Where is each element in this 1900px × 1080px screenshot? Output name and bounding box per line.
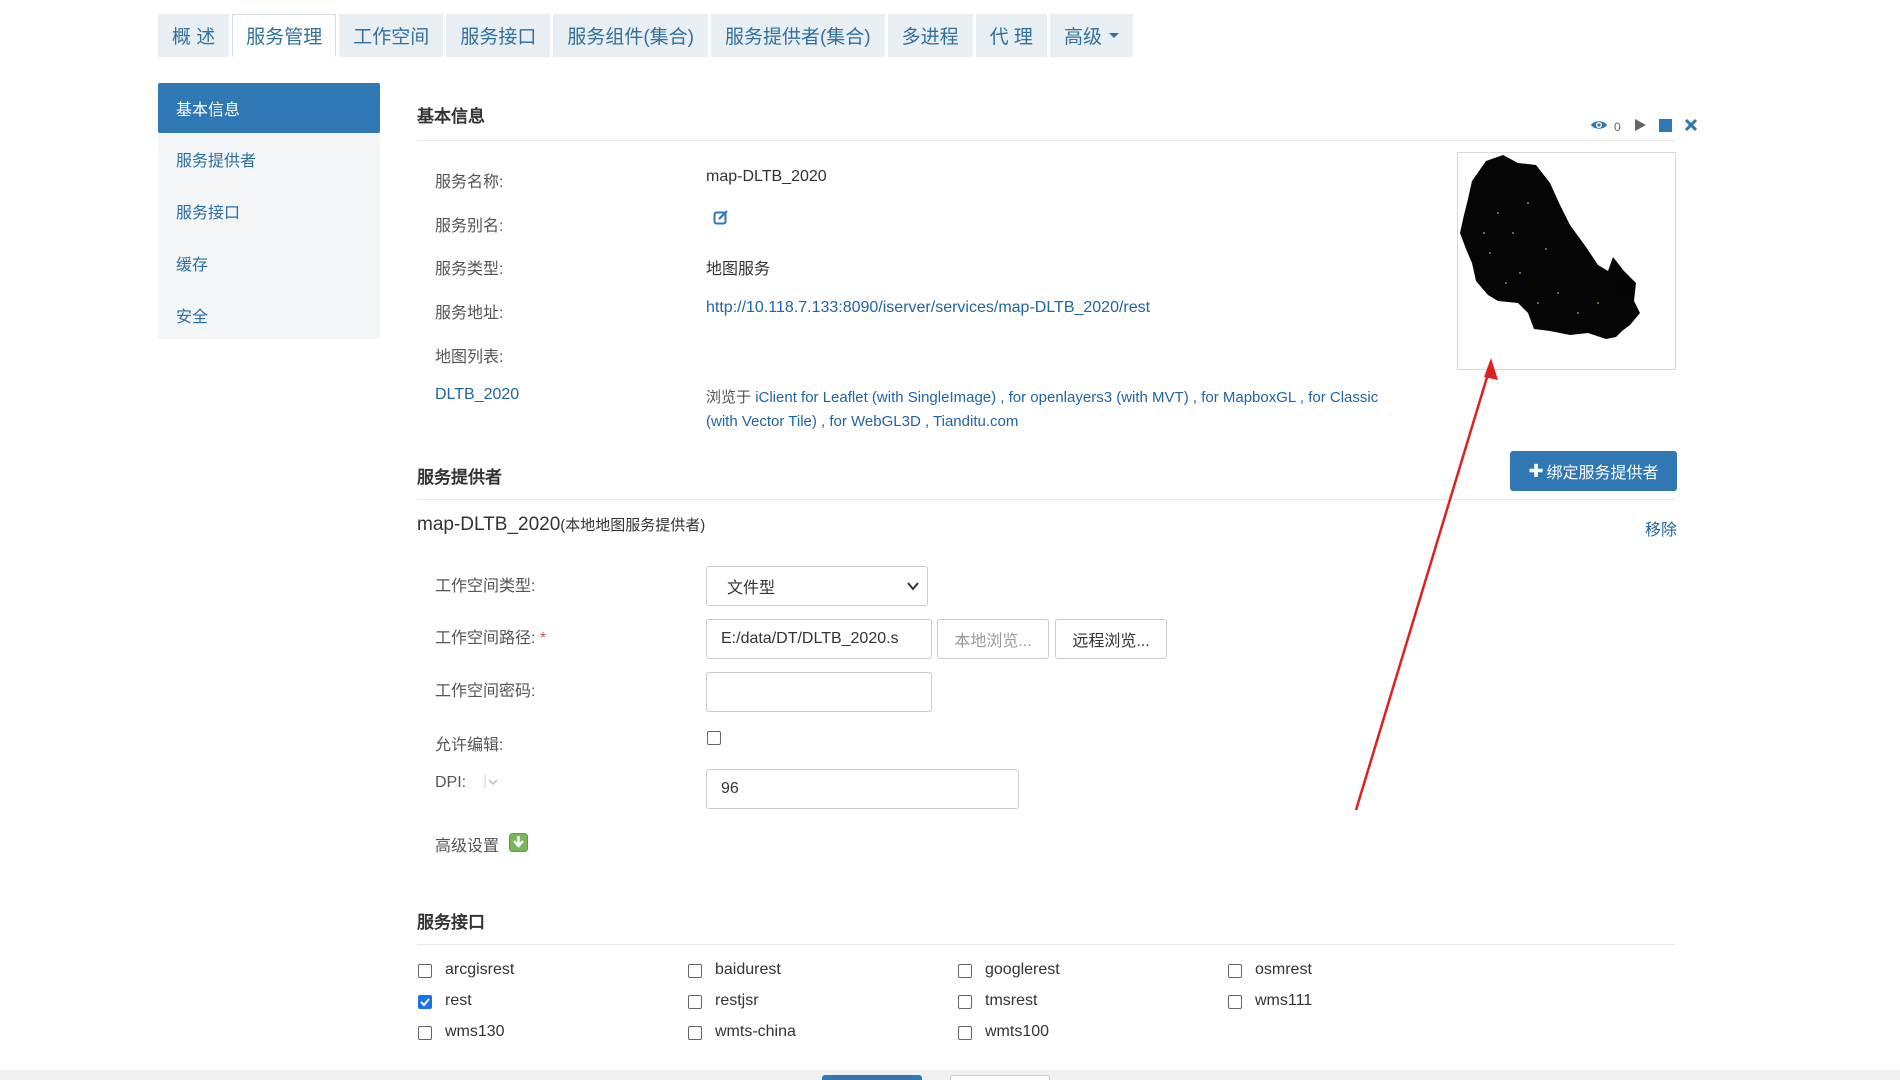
checkbox-baidurest[interactable] [688,964,702,978]
red-arrow-annotation [1354,358,1498,811]
checkbox-wms130[interactable] [418,1026,432,1040]
service-name-value: map-DLTB_2020 [706,168,827,185]
map-thumbnail[interactable] [1457,152,1676,370]
interface-label: tmsrest [985,992,1038,1009]
cancel-button[interactable] [950,1075,1050,1080]
checkbox-osmrest[interactable] [1228,964,1242,978]
plus-icon: ✚ [1528,460,1544,481]
checkbox-restjsr[interactable] [688,995,702,1009]
local-browse-button[interactable]: 本地浏览... [937,619,1049,659]
checkbox-rest[interactable] [418,995,432,1009]
provider-name: map-DLTB_2020(本地地图服务提供者) [417,514,705,536]
sidebar-item-service-provider[interactable]: 服务提供者 [158,133,380,185]
checkbox-wmts100[interactable] [958,1026,972,1040]
close-icon[interactable] [1684,118,1698,132]
interface-label: osmrest [1255,961,1312,978]
interface-label: wmts-china [715,1023,796,1040]
workspace-path-label-text: 工作空间路径: [435,630,536,647]
divider [417,140,1675,141]
tab-service-components[interactable]: 服务组件(集合) [553,14,708,57]
top-tabs: 概 述 服务管理 工作空间 服务接口 服务组件(集合) 服务提供者(集合) 多进… [158,14,1133,57]
interface-label: wms111 [1255,992,1313,1009]
play-icon[interactable] [1633,118,1647,132]
map-name-link[interactable]: DLTB_2020 [435,386,519,404]
provider-name-suffix: (本地地图服务提供者) [560,517,706,534]
checkbox-tmsrest[interactable] [958,995,972,1009]
browse-prefix: 浏览于 [706,389,752,406]
workspace-password-label: 工作空间密码: [435,683,536,700]
service-type-label: 服务类型: [435,261,504,278]
tab-overview[interactable]: 概 述 [158,14,230,57]
browse-links-line2[interactable]: (with Vector Tile) , for WebGL3D , Tiand… [706,413,1018,430]
tab-multiprocess[interactable]: 多进程 [887,14,973,57]
workspace-type-label: 工作空间类型: [435,578,536,595]
basic-info-title: 基本信息 [417,107,485,126]
advanced-settings-label[interactable]: 高级设置 [435,832,499,856]
workspace-password-input[interactable] [706,672,932,712]
workspace-path-label: 工作空间路径: * [435,624,546,648]
sidebar: 基本信息 服务提供者 服务接口 缓存 安全 [158,83,380,339]
checkbox-googlerest[interactable] [958,964,972,978]
remove-link[interactable]: 移除 [1645,516,1677,540]
checkbox-wmts-china[interactable] [688,1026,702,1040]
stop-icon[interactable] [1658,118,1672,132]
sidebar-item-service-interface[interactable]: 服务接口 [158,185,380,237]
checkbox-arcgisrest[interactable] [418,964,432,978]
service-type-value: 地图服务 [706,261,771,278]
allow-edit-label: 允许编辑: [435,737,504,754]
tab-proxy[interactable]: 代 理 [975,14,1047,57]
service-alias-label: 服务别名: [435,218,504,235]
chevron-down-icon [907,582,919,591]
map-list-label: 地图列表: [435,349,504,366]
download-icon[interactable] [509,833,528,852]
interface-label: arcgisrest [445,961,515,978]
workspace-type-select[interactable]: 文件型 [706,566,928,606]
sidebar-item-security[interactable]: 安全 [158,289,380,341]
dpi-label: DPI: [435,774,467,791]
browse-links: 浏览于 iClient for Leaflet (with SingleImag… [706,386,1426,434]
tab-service-management[interactable]: 服务管理 [232,14,337,57]
provider-section-title: 服务提供者 [417,468,502,487]
tab-service-providers[interactable]: 服务提供者(集合) [710,14,885,57]
eye-icon[interactable] [1590,118,1608,132]
view-count: 0 [1614,120,1621,134]
save-button[interactable] [822,1075,922,1080]
tab-workspace[interactable]: 工作空间 [339,14,444,57]
required-mark: * [539,630,547,647]
map-preview-image [1460,155,1640,339]
workspace-path-input[interactable]: E:/data/DT/DLTB_2020.s [706,619,932,659]
checkbox-wms111[interactable] [1228,995,1242,1009]
check-icon [420,998,430,1007]
caret-down-icon [1108,33,1119,38]
interfaces-section-title: 服务接口 [417,913,485,932]
bind-provider-button[interactable]: ✚ 绑定服务提供者 [1510,451,1677,491]
sidebar-item-basic-info[interactable]: 基本信息 [158,83,380,133]
service-name-label: 服务名称: [435,174,504,191]
allow-edit-checkbox[interactable] [707,731,721,745]
sidebar-item-cache[interactable]: 缓存 [158,237,380,289]
preview-toolbar: 0 [1590,116,1698,134]
tab-service-interface[interactable]: 服务接口 [446,14,551,57]
dpi-help-icon[interactable] [484,773,500,789]
interface-label: googlerest [985,961,1060,978]
tab-advanced-label: 高级 [1063,27,1102,48]
interface-label: wmts100 [985,1023,1050,1040]
tab-advanced-dropdown[interactable]: 高级 [1049,14,1133,57]
dpi-input[interactable]: 96 [706,769,1019,809]
interface-label: rest [445,992,472,1009]
divider [417,944,1675,945]
remote-browse-button[interactable]: 远程浏览... [1055,619,1167,659]
browse-links-line1[interactable]: iClient for Leaflet (with SingleImage) ,… [755,389,1378,406]
interface-label: wms130 [445,1023,505,1040]
workspace-type-value: 文件型 [727,580,776,597]
service-url-label: 服务地址: [435,305,504,322]
bind-provider-label: 绑定服务提供者 [1546,465,1659,482]
service-url-link[interactable]: http://10.118.7.133:8090/iserver/service… [706,299,1150,317]
interface-label: restjsr [715,992,759,1009]
edit-icon[interactable] [713,209,729,225]
interface-label: baidurest [715,961,781,978]
provider-name-text: map-DLTB_2020 [417,514,561,535]
